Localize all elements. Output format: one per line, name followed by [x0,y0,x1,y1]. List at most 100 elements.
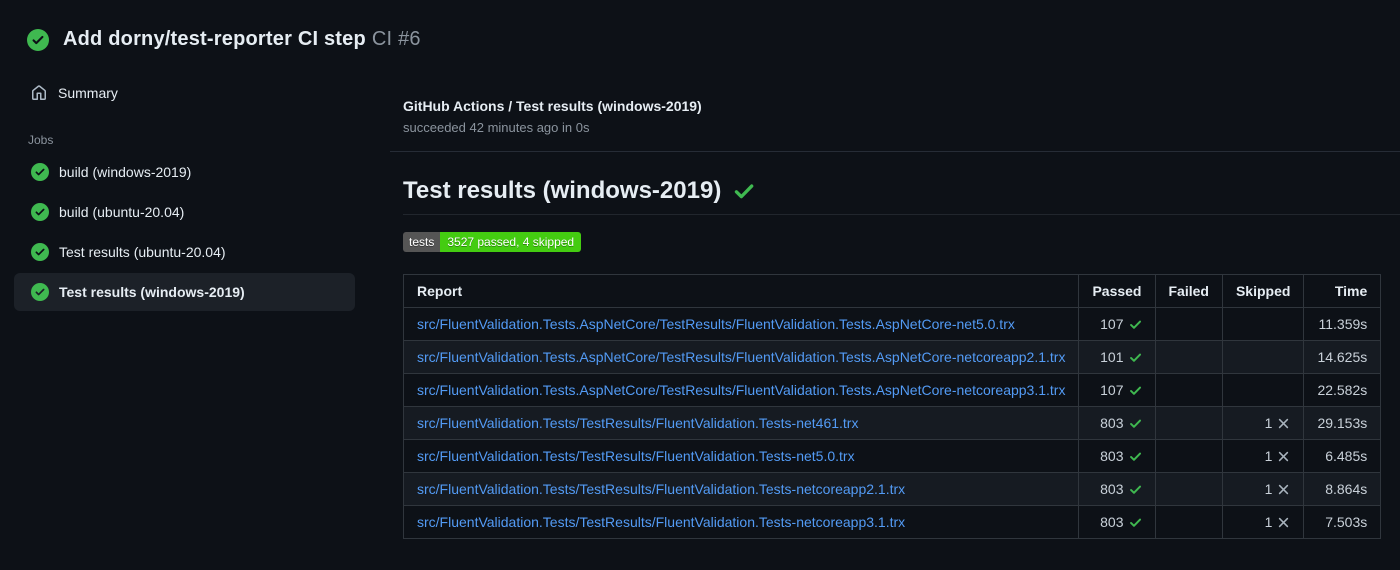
table-header-row: Report Passed Failed Skipped Time [402,274,1382,308]
report-link[interactable]: src/FluentValidation.Tests/TestResults/F… [417,448,855,464]
check-circle-icon [31,203,49,221]
run-header: Add dorny/test-reporter CI step CI #6 [0,0,1400,64]
tests-badge: tests 3527 passed, 4 skipped [403,232,582,252]
check-run-header: GitHub Actions / Test results (windows-2… [390,98,1400,135]
report-link[interactable]: src/FluentValidation.Tests.AspNetCore/Te… [417,316,1015,332]
skipped-cell [1221,340,1305,374]
report-row-0: src/FluentValidation.Tests.AspNetCore/Te… [402,307,1382,341]
passed-cell: 101 [1078,340,1156,374]
section-title: Test results (windows-2019) [403,177,722,204]
failed-cell [1154,472,1223,506]
passed-cell: 803 [1078,439,1156,473]
jobs-section-label: Jobs [28,133,54,147]
x-icon [1279,418,1289,429]
page-title: Add dorny/test-reporter CI step CI #6 [63,28,421,51]
report-cell: src/FluentValidation.Tests.AspNetCore/Te… [402,307,1080,341]
check-run-output: Test results (windows-2019) tests 3527 p… [390,177,1400,539]
sidebar-job-item-1[interactable]: build (ubuntu-20.04) [14,193,355,231]
job-label: Test results (ubuntu-20.04) [59,244,226,260]
column-header-failed: Failed [1154,274,1223,308]
passed-cell: 803 [1078,505,1156,539]
failed-cell [1154,307,1223,341]
report-row-5: src/FluentValidation.Tests/TestResults/F… [402,472,1382,506]
failed-cell [1154,505,1223,539]
badge-label: tests [403,232,441,252]
sidebar-job-item-2[interactable]: Test results (ubuntu-20.04) [14,233,355,271]
time-cell: 8.864s [1303,472,1382,506]
skipped-cell: 1 [1221,505,1305,539]
failed-cell [1154,340,1223,374]
skipped-cell: 1 [1221,406,1305,440]
x-icon [1279,517,1289,528]
check-icon [1129,452,1141,461]
table-header: Report Passed Failed Skipped Time [402,274,1382,308]
report-cell: src/FluentValidation.Tests.AspNetCore/Te… [402,340,1080,374]
check-icon [1129,485,1141,494]
check-icon [1129,353,1141,362]
home-icon [32,85,46,100]
sidebar-item-summary[interactable]: Summary [0,78,390,108]
column-header-passed: Passed [1078,274,1156,308]
failed-cell [1154,439,1223,473]
skipped-cell [1221,373,1305,407]
run-title: Add dorny/test-reporter CI step [63,28,366,50]
jobs-list: build (windows-2019) build (ubuntu-20.04… [0,153,390,311]
time-cell: 11.359s [1303,307,1382,341]
layout: Summary Jobs build (windows-2019) build … [0,64,1400,539]
report-row-6: src/FluentValidation.Tests/TestResults/F… [402,505,1382,539]
time-cell: 22.582s [1303,373,1382,407]
check-circle-icon [31,163,49,181]
sidebar: Summary Jobs build (windows-2019) build … [0,64,390,313]
report-row-1: src/FluentValidation.Tests.AspNetCore/Te… [402,340,1382,374]
check-circle-icon [31,283,49,301]
time-cell: 6.485s [1303,439,1382,473]
section-heading: Test results (windows-2019) [403,177,1400,215]
failed-cell [1154,373,1223,407]
check-circle-icon [31,243,49,261]
report-cell: src/FluentValidation.Tests/TestResults/F… [402,505,1080,539]
failed-cell [1154,406,1223,440]
badge-value: 3527 passed, 4 skipped [440,232,582,252]
report-cell: src/FluentValidation.Tests/TestResults/F… [402,406,1080,440]
time-cell: 7.503s [1303,505,1382,539]
job-label: build (ubuntu-20.04) [59,204,185,220]
check-circle-icon [27,28,49,51]
report-link[interactable]: src/FluentValidation.Tests/TestResults/F… [417,415,858,431]
skipped-cell: 1 [1221,439,1305,473]
check-run-title: GitHub Actions / Test results (windows-2… [403,98,702,114]
report-row-2: src/FluentValidation.Tests.AspNetCore/Te… [402,373,1382,407]
time-cell: 29.153s [1303,406,1382,440]
time-cell: 14.625s [1303,340,1382,374]
column-header-time: Time [1303,274,1382,308]
column-header-skipped: Skipped [1221,274,1305,308]
skipped-cell: 1 [1221,472,1305,506]
header-divider [390,151,1400,152]
workflow-run-page: Add dorny/test-reporter CI step CI #6 Sum… [0,0,1400,539]
check-icon [735,184,754,199]
report-cell: src/FluentValidation.Tests.AspNetCore/Te… [402,373,1080,407]
x-icon [1279,451,1289,462]
report-link[interactable]: src/FluentValidation.Tests.AspNetCore/Te… [417,349,1065,365]
test-results-table: Report Passed Failed Skipped Time src/Fluent… [402,274,1382,539]
report-cell: src/FluentValidation.Tests/TestResults/F… [402,439,1080,473]
passed-cell: 107 [1078,373,1156,407]
check-run-status-text: succeeded 42 minutes ago in 0s [403,120,590,135]
passed-cell: 803 [1078,406,1156,440]
report-row-3: src/FluentValidation.Tests/TestResults/F… [402,406,1382,440]
passed-cell: 107 [1078,307,1156,341]
sidebar-job-item-3[interactable]: Test results (windows-2019) [14,273,355,311]
job-label: Test results (windows-2019) [59,284,245,300]
skipped-cell [1221,307,1305,341]
run-number: CI #6 [371,28,421,50]
report-row-4: src/FluentValidation.Tests/TestResults/F… [402,439,1382,473]
sidebar-job-item-0[interactable]: build (windows-2019) [14,153,355,191]
report-link[interactable]: src/FluentValidation.Tests/TestResults/F… [417,481,905,497]
check-icon [1129,419,1141,428]
check-icon [1129,518,1141,527]
column-header-report: Report [402,274,1080,308]
job-label: build (windows-2019) [59,164,192,180]
main-content: GitHub Actions / Test results (windows-2… [390,64,1400,539]
table-body: src/FluentValidation.Tests.AspNetCore/Te… [402,307,1382,539]
report-link[interactable]: src/FluentValidation.Tests/TestResults/F… [417,514,905,530]
report-link[interactable]: src/FluentValidation.Tests.AspNetCore/Te… [417,382,1065,398]
